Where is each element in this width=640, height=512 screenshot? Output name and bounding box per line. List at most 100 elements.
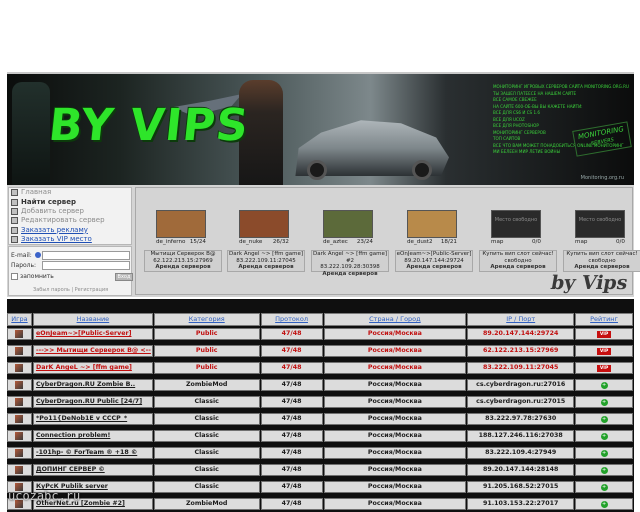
game-cell	[7, 328, 32, 340]
login-button[interactable]: Вход	[115, 273, 133, 281]
cell-proto: 47/48	[260, 396, 323, 408]
cell-name[interactable]: CyberDragon.RU Zombie B..	[32, 379, 153, 391]
remember-checkbox[interactable]	[11, 273, 18, 280]
menu-item-order-ads[interactable]: Заказать рекламу	[9, 226, 131, 235]
vote-up-icon[interactable]: +	[600, 483, 608, 491]
email-field[interactable]	[42, 251, 130, 260]
menu-item-order-vip[interactable]: Заказать VIP место	[9, 235, 131, 244]
cell-cat[interactable]: ZombieMod	[153, 379, 260, 391]
cell-name[interactable]: ДОПИНГ СЕРВЕР ©	[32, 464, 153, 476]
column-header[interactable]: Страна / Город	[323, 313, 467, 326]
vip-server-box[interactable]: Dark Angel ~> [ffm game] #2 83.222.109.28…	[311, 250, 389, 277]
cell-cat[interactable]: Classic	[153, 464, 260, 476]
password-field[interactable]	[42, 261, 130, 270]
vip-server-rent[interactable]: Аренда серверов	[564, 264, 640, 271]
cell-country: Россия/Москва	[323, 464, 467, 476]
game-icon	[15, 432, 24, 440]
map-thumbnail[interactable]	[239, 210, 289, 238]
map-card[interactable]: de_dust2 18/21	[407, 210, 457, 245]
vip-server-rent[interactable]: Аренда серверов	[480, 264, 556, 271]
cell-cat[interactable]: Classic	[153, 481, 260, 493]
map-card[interactable]: de_nuke 26/32	[239, 210, 289, 245]
banner-site: Monitoring.org.ru	[580, 175, 624, 181]
vip-server-rent[interactable]: Аренда серверов	[145, 264, 221, 271]
cell-cat[interactable]: Classic	[153, 413, 260, 425]
vip-server-box[interactable]: Купить вип слот сейчас! свободно Аренда се…	[479, 250, 557, 272]
table-row[interactable]: CyberDragon.RU Public [24/7] Classic 47/48…	[7, 396, 634, 411]
site-logo[interactable]: BY VIPS	[46, 100, 251, 151]
map-thumbnail[interactable]: Место свободно	[491, 210, 541, 238]
map-thumbnail[interactable]	[156, 210, 206, 238]
table-row[interactable]: ДОПИНГ СЕРВЕР © Classic 47/48 Россия/Москва…	[7, 464, 634, 479]
cell-cat[interactable]: Public	[153, 362, 260, 374]
vote-up-icon[interactable]: +	[600, 500, 608, 508]
menu-bullet-icon	[11, 226, 18, 234]
cell-name[interactable]: *Po11{DeNob1E v CCCP_*	[32, 413, 153, 425]
table-row[interactable]: OtherNet.ru [Zombie #2] ZombieMod 47/48 Рос…	[7, 498, 634, 512]
map-name: de_inferno	[156, 239, 186, 245]
cell-cat[interactable]: Classic	[153, 396, 260, 408]
vip-server-box[interactable]: Купить вип слот сейчас! свободно Аренда се…	[563, 250, 640, 272]
cell-cat[interactable]: ZombieMod	[153, 498, 260, 510]
cell-cat[interactable]: Classic	[153, 447, 260, 459]
vote-up-icon[interactable]: +	[600, 381, 608, 389]
vip-server-box[interactable]: Dark Angel ~> [ffm game] 83.222.109.11:27…	[227, 250, 305, 272]
vote-up-icon[interactable]: +	[600, 466, 608, 474]
cell-country: Россия/Москва	[323, 345, 467, 357]
menu-item-find-server[interactable]: Найти сервер	[9, 197, 131, 206]
cell-proto: 47/48	[260, 379, 323, 391]
vote-up-icon[interactable]: +	[600, 398, 608, 406]
vip-server-box[interactable]: eOnJeam~>[Public-Server] 89.20.147.144:29…	[395, 250, 473, 272]
table-row[interactable]: DarK AngeL ~> [ffm game] Public 47/48 Росси…	[7, 362, 634, 377]
vip-server-rent[interactable]: Аренда серверов	[228, 264, 304, 271]
game-icon	[15, 347, 24, 355]
cell-name[interactable]: --->> Мытищи Серверок B@ <--	[32, 345, 153, 357]
vote-up-icon[interactable]: +	[600, 432, 608, 440]
cell-name[interactable]: CyberDragon.RU Public [24/7]	[32, 396, 153, 408]
cell-cat[interactable]: Public	[153, 328, 260, 340]
table-row[interactable]: *Po11{DeNob1E v CCCP_* Classic 47/48 Россия…	[7, 413, 634, 428]
login-links[interactable]: Забыл пароль | Регистрация	[33, 287, 108, 293]
vip-server-box[interactable]: Мытищи Серверок B@ 62.122.213.15:27969 Аре…	[144, 250, 222, 272]
vote-up-icon[interactable]: +	[600, 415, 608, 423]
table-row[interactable]: Connection problem! Classic 47/48 Россия/Мо…	[7, 430, 634, 445]
vip-badge[interactable]: VIP	[597, 364, 612, 372]
cell-cat[interactable]: Public	[153, 345, 260, 357]
menu-item-label: Главная	[21, 188, 52, 197]
vip-badge[interactable]: VIP	[597, 347, 612, 355]
column-header[interactable]: Протокол	[260, 313, 323, 326]
vip-server-rent[interactable]: Аренда серверов	[312, 271, 388, 278]
map-thumbnail[interactable]	[407, 210, 457, 238]
vip-badge[interactable]: VIP	[597, 330, 612, 338]
menu-item-add-server[interactable]: Добавить сервер	[9, 207, 131, 216]
column-header[interactable]: Категория	[153, 313, 260, 326]
menu-item-edit-server[interactable]: Редактировать сервер	[9, 216, 131, 225]
cell-name[interactable]: eOnJeam~>[Public-Server]	[32, 328, 153, 340]
menu-bullet-icon	[11, 236, 18, 244]
map-card[interactable]: de_inferno 15/24	[156, 210, 206, 245]
map-card[interactable]: de_aztec 23/24	[323, 210, 373, 245]
map-card[interactable]: Место свободно map 0/0	[491, 210, 541, 245]
map-thumbnail[interactable]	[323, 210, 373, 238]
column-header[interactable]: IP / Порт	[467, 313, 575, 326]
column-header[interactable]: Игра	[7, 313, 32, 326]
column-header[interactable]: Рейтинг	[575, 313, 634, 326]
menu-bullet-icon	[11, 189, 18, 197]
cell-ip: 83.222.109.4:27949	[467, 447, 575, 459]
table-row[interactable]: CyberDragon.RU Zombie B.. ZombieMod 47/48 Р…	[7, 379, 634, 394]
game-cell	[7, 379, 32, 391]
vote-up-icon[interactable]: +	[600, 449, 608, 457]
table-row[interactable]: --->> Мытищи Серверок B@ <-- Public 47/48 Р…	[7, 345, 634, 360]
table-row[interactable]: -101hp- © ForTeam ® +18 © Classic 47/48 Рос…	[7, 447, 634, 462]
cell-name[interactable]: -101hp- © ForTeam ® +18 ©	[32, 447, 153, 459]
table-row[interactable]: КуРсК Publik server Classic 47/48 Россия/Мо…	[7, 481, 634, 496]
cell-name[interactable]: DarK AngeL ~> [ffm game]	[32, 362, 153, 374]
map-card[interactable]: Место свободно map 0/0	[575, 210, 625, 245]
table-row[interactable]: eOnJeam~>[Public-Server] Public 47/48 Росси…	[7, 328, 634, 343]
menu-item-home[interactable]: Главная	[9, 188, 131, 197]
cell-cat[interactable]: Classic	[153, 430, 260, 442]
vip-server-rent[interactable]: Аренда серверов	[396, 264, 472, 271]
column-header[interactable]: Название	[32, 313, 153, 326]
map-thumbnail[interactable]: Место свободно	[575, 210, 625, 238]
cell-name[interactable]: Connection problem!	[32, 430, 153, 442]
